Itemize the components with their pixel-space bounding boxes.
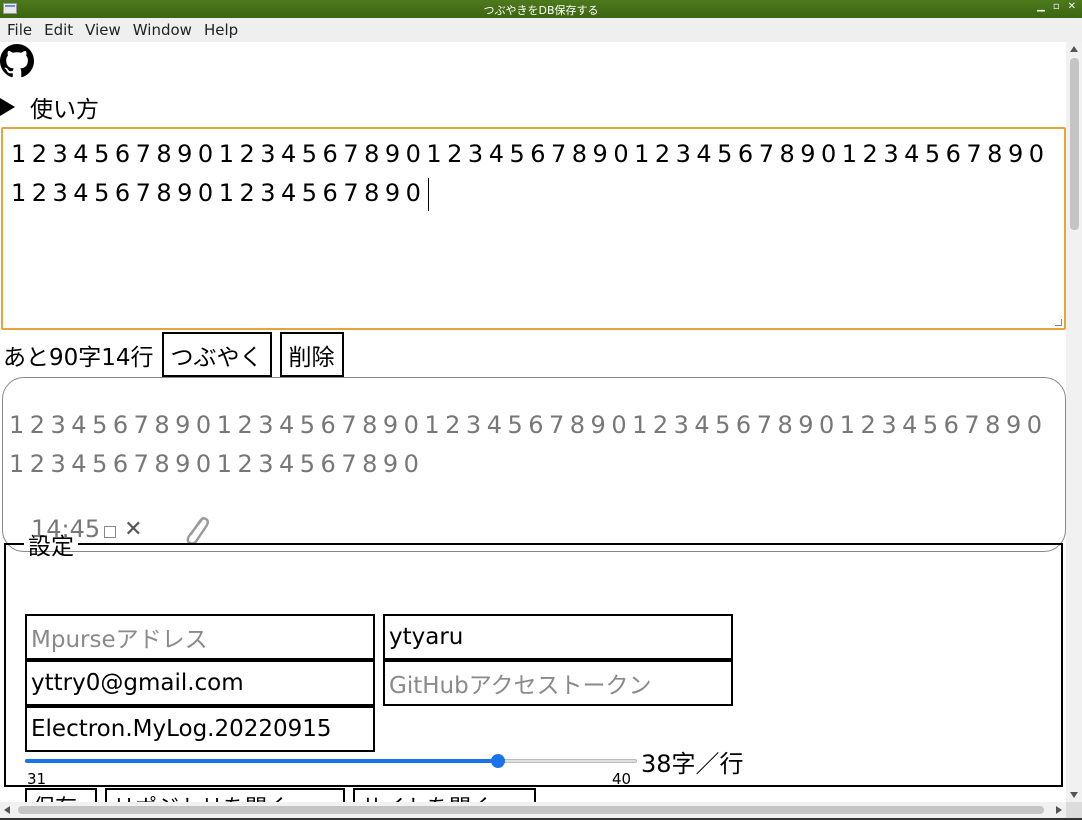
horizontal-scroll-thumb[interactable] [18,806,1044,814]
close-icon[interactable]: ✕ [1068,1,1076,12]
scroll-corner [1066,802,1082,818]
slider-min-label: 31 [27,770,47,788]
email-input[interactable]: yttry0@gmail.com [25,660,375,706]
github-username-input[interactable]: ytyaru [383,614,733,660]
slider-knob[interactable] [491,754,505,768]
howto-label: 使い方 [30,97,99,123]
menu-edit[interactable]: Edit [44,21,73,39]
tweet-button[interactable]: つぶやく [161,332,272,377]
post-card: 1234567890123456789012345678901234567890… [2,377,1066,552]
window-titlebar[interactable]: つぶやきをDB保存する ▁ ▫ ✕ [0,0,1082,18]
chars-per-line-label: 38字／行 [641,750,744,778]
repository-input[interactable]: Electron.MyLog.20220915 [25,706,375,752]
tweet-text: 1234567890123456789012345678901234567890… [11,140,1050,207]
vertical-scroll-thumb[interactable] [1070,58,1079,230]
remaining-count: あと90字14行 [3,344,154,371]
menu-help[interactable]: Help [204,21,238,39]
menu-view[interactable]: View [85,21,121,39]
scroll-right-icon[interactable] [1056,806,1062,814]
chars-per-line-slider[interactable] [25,750,637,768]
delete-button[interactable]: 削除 [279,332,344,377]
github-token-input[interactable]: GitHubアクセストークン [383,660,733,706]
howto-summary[interactable]: 使い方 [0,90,99,124]
text-caret [428,177,430,211]
scroll-up-icon[interactable] [1070,46,1078,52]
settings-legend: 設定 [28,534,74,560]
action-bar: あと90字14行 つぶやく 削除 [3,332,352,377]
scroll-left-icon[interactable] [4,806,10,814]
resize-grip-icon[interactable] [1055,319,1062,326]
slider-fill [25,759,499,763]
disclosure-triangle-icon [0,98,15,116]
slider-max-label: 40 [612,770,632,788]
window-title: つぶやきをDB保存する [483,4,599,17]
menu-bar: File Edit View Window Help [0,18,1082,42]
scroll-down-icon[interactable] [1070,792,1078,798]
menu-window[interactable]: Window [133,21,192,39]
minimize-icon[interactable]: ▁ [1037,1,1045,12]
menu-file[interactable]: File [7,21,32,39]
tweet-textarea[interactable]: 1234567890123456789012345678901234567890… [1,127,1066,330]
maximize-icon[interactable]: ▫ [1053,1,1060,12]
horizontal-scrollbar[interactable] [0,802,1066,818]
github-icon[interactable] [0,44,34,78]
vertical-scrollbar[interactable] [1066,42,1082,802]
post-text: 1234567890123456789012345678901234567890… [9,411,1048,478]
mpurse-address-input[interactable]: Mpurseアドレス [25,614,375,660]
